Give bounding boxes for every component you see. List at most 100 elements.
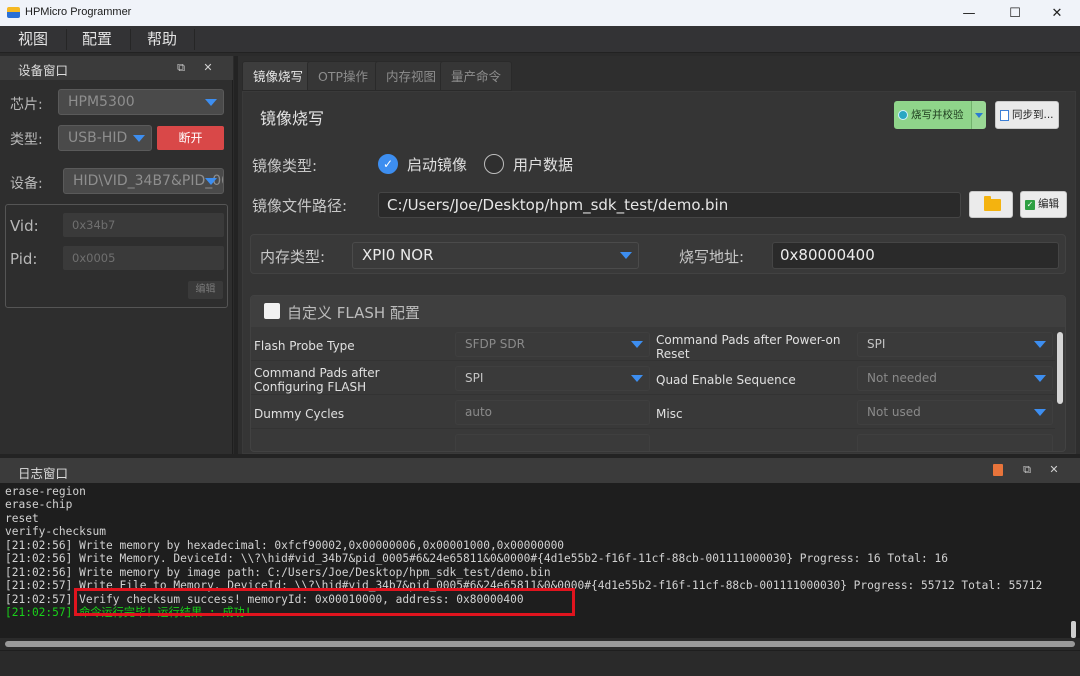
log-line: erase-region	[5, 485, 86, 498]
flash-config-scrollbar[interactable]	[1057, 332, 1063, 404]
burn-verify-button[interactable]: 烧写并校验	[894, 101, 971, 129]
sync-label: 同步到...	[1012, 109, 1054, 121]
log-line: [21:02:56] Write memory by image path: C…	[5, 566, 551, 579]
menu-separator	[130, 29, 131, 50]
flash-config-checkbox[interactable]	[264, 303, 280, 319]
close-window-button[interactable]: ✕	[1034, 0, 1080, 26]
flash-config-title[interactable]: 自定义 FLASH 配置	[287, 302, 420, 323]
flash-probe-type-label: Flash Probe Type	[254, 339, 355, 353]
disconnect-button[interactable]: 断开	[157, 126, 224, 150]
burn-options-dropdown[interactable]	[971, 101, 986, 129]
quad-enable-value: Not needed	[867, 371, 937, 385]
type-label: 类型:	[10, 132, 43, 148]
cmd-pads-config-select[interactable]: SPI	[455, 366, 650, 391]
tab-otp[interactable]: OTP操作	[307, 61, 380, 91]
type-value: USB-HID	[68, 130, 128, 146]
radio-boot-image[interactable]: ✓	[378, 154, 398, 174]
next-row-field[interactable]	[455, 434, 650, 451]
dummy-cycles-input[interactable]: auto	[455, 400, 650, 425]
quad-enable-select[interactable]: Not needed	[857, 366, 1053, 391]
device-value: HID\VID_34B7&PID_0005	[73, 173, 223, 189]
dummy-cycles-value: auto	[465, 405, 493, 419]
file-path-input[interactable]: C:/Users/Joe/Desktop/hpm_sdk_test/demo.b…	[378, 192, 961, 218]
edit-file-label: 编辑	[1038, 198, 1059, 210]
flash-config-header: 自定义 FLASH 配置	[251, 296, 1065, 327]
pid-label: Pid:	[10, 250, 38, 268]
radio-user-data[interactable]	[484, 154, 504, 174]
maximize-button[interactable]: ☐	[992, 0, 1038, 26]
window-title: HPMicro Programmer	[25, 6, 132, 18]
misc-select[interactable]: Not used	[857, 400, 1053, 425]
chevron-down-icon	[205, 178, 217, 185]
tab-image-burn[interactable]: 镜像烧写	[242, 61, 315, 91]
cmd-pads-power-on-value: SPI	[867, 337, 886, 351]
float-icon[interactable]: ⧉	[173, 60, 189, 76]
device-select[interactable]: HID\VID_34B7&PID_0005	[63, 168, 224, 194]
vid-label: Vid:	[10, 217, 39, 235]
minimize-button[interactable]: —	[946, 0, 992, 26]
chevron-down-icon	[1034, 409, 1046, 416]
tab-memory-view[interactable]: 内存视图	[375, 61, 448, 91]
chevron-down-icon	[620, 252, 632, 259]
pid-input[interactable]: 0x0005	[63, 246, 224, 270]
radio-user-data-label[interactable]: 用户数据	[513, 154, 573, 175]
image-type-label: 镜像类型:	[252, 157, 318, 175]
row-divider	[251, 428, 1055, 429]
folder-icon	[984, 196, 1001, 211]
cmd-pads-config-value: SPI	[465, 371, 484, 385]
log-line: reset	[5, 512, 39, 525]
device-panel-header: 设备窗口 ⧉ ✕	[0, 56, 233, 80]
trash-icon[interactable]	[993, 464, 1003, 476]
misc-label: Misc	[656, 407, 683, 421]
flash-probe-type-value: SFDP SDR	[465, 337, 526, 351]
chevron-down-icon	[1034, 375, 1046, 382]
close-icon[interactable]: ✕	[1046, 462, 1062, 478]
cmd-pads-power-on-select[interactable]: SPI	[857, 332, 1053, 357]
type-select[interactable]: USB-HID	[58, 125, 152, 151]
memory-type-value: XPI0 NOR	[362, 246, 434, 264]
chevron-down-icon	[1034, 341, 1046, 348]
memory-type-label: 内存类型:	[260, 248, 326, 266]
close-icon[interactable]: ✕	[200, 60, 216, 76]
radio-boot-image-label[interactable]: 启动镜像	[407, 154, 467, 175]
cmd-pads-config-label: Command Pads after Configuring FLASH	[254, 366, 380, 394]
chevron-down-icon	[631, 341, 643, 348]
device-label: 设备:	[10, 176, 43, 192]
log-vertical-scrollbar[interactable]	[1071, 621, 1076, 638]
float-icon[interactable]: ⧉	[1019, 462, 1035, 478]
vid-input[interactable]: 0x34b7	[63, 213, 224, 237]
log-line: erase-chip	[5, 498, 73, 511]
sync-icon	[1000, 110, 1009, 121]
menu-config[interactable]: 配置	[71, 26, 123, 53]
app-icon	[7, 7, 20, 18]
chevron-down-icon	[133, 135, 145, 142]
highlight-annotation	[74, 588, 575, 616]
menu-separator	[66, 29, 67, 50]
burn-address-input[interactable]: 0x80000400	[772, 242, 1059, 269]
sync-button[interactable]: 同步到...	[995, 101, 1059, 129]
flash-probe-type-select[interactable]: SFDP SDR	[455, 332, 650, 357]
device-panel-title: 设备窗口	[18, 63, 69, 78]
log-panel-header: 日志窗口 ⧉ ✕	[0, 458, 1080, 483]
menu-bar: 视图 配置 帮助	[0, 26, 1080, 53]
log-line: [21:02:56] Write Memory. DeviceId: \\?\h…	[5, 552, 948, 565]
next-row-field[interactable]	[857, 434, 1053, 451]
log-horizontal-scrollbar[interactable]	[5, 641, 1075, 647]
edit-vid-pid-button[interactable]: 编辑	[188, 281, 223, 299]
chevron-down-icon	[975, 113, 983, 118]
flash-config-group: 自定义 FLASH 配置 Flash Probe Type SFDP SDR C…	[250, 295, 1066, 452]
menu-view[interactable]: 视图	[7, 26, 59, 53]
title-bar: HPMicro Programmer — ☐ ✕	[0, 0, 1080, 26]
menu-separator	[194, 29, 195, 50]
dummy-cycles-label: Dummy Cycles	[254, 407, 345, 421]
browse-folder-button[interactable]	[969, 191, 1013, 218]
chip-select[interactable]: HPM5300	[58, 89, 224, 115]
row-divider	[251, 360, 1055, 361]
row-divider	[251, 394, 1055, 395]
edit-file-button[interactable]: ✓ 编辑	[1020, 191, 1067, 218]
memory-type-select[interactable]: XPI0 NOR	[352, 242, 639, 269]
menu-help[interactable]: 帮助	[136, 26, 188, 53]
main-panel: 镜像烧写 OTP操作 内存视图 量产命令 镜像烧写 烧写并校验 同步到... 镜…	[238, 56, 1080, 454]
tab-mass-production[interactable]: 量产命令	[440, 61, 513, 91]
chevron-down-icon	[631, 375, 643, 382]
